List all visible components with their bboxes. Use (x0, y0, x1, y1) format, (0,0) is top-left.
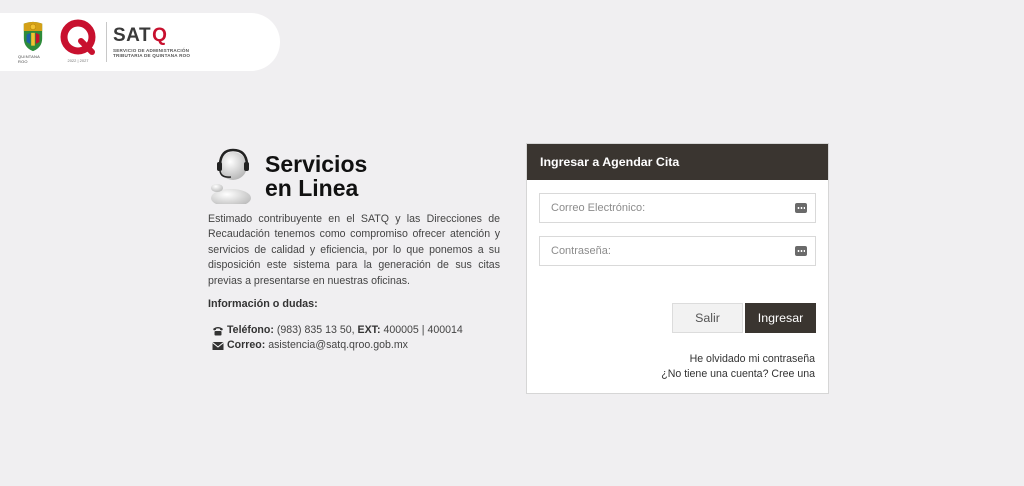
account-links: He olvidado mi contraseña ¿No tiene una … (661, 352, 815, 381)
login-button[interactable]: Ingresar (745, 303, 816, 333)
logo-divider (106, 22, 107, 62)
state-shield-icon (23, 21, 43, 52)
satq-wordmark: SAT Q (113, 24, 190, 46)
support-agent-icon (211, 148, 251, 204)
login-panel: Ingresar a Agendar Cita Salir Ingresar H… (526, 143, 829, 394)
phone-label: Teléfono: (227, 324, 274, 337)
service-description: Estimado contribuyente en el SATQ y las … (208, 213, 500, 287)
info-header: Servicios en Linea (205, 146, 500, 204)
phone-line: Teléfono: (983) 835 13 50, EXT: 400005 |… (212, 323, 500, 338)
password-input[interactable] (540, 237, 795, 265)
forgot-password-link[interactable]: He olvidado mi contraseña (661, 352, 815, 367)
register-link[interactable]: ¿No tiene una cuenta? Cree una (661, 367, 815, 382)
q-logo: 2022 | 2027 (58, 19, 98, 65)
q-brand-icon (60, 19, 96, 55)
satq-q-letter: Q (152, 24, 168, 46)
email-address[interactable]: asistencia@satq.qroo.gob.mx (268, 338, 408, 353)
phone-icon (213, 326, 223, 336)
satq-brand: SAT Q SERVICIO DE ADMINISTRACIÓN TRIBUTA… (113, 24, 191, 59)
title-line-2: en Linea (265, 175, 359, 201)
password-field[interactable] (539, 236, 816, 266)
header-logo-bar: QUINTANA ROO 2022 | 2027 SAT Q SERVICIO … (0, 13, 280, 71)
email-line: Correo: asistencia@satq.qroo.gob.mx (212, 338, 500, 353)
ext-label: EXT: (357, 324, 381, 337)
envelope-icon (212, 341, 224, 350)
quintana-roo-emblem: QUINTANA ROO (18, 20, 48, 64)
phone-number: (983) 835 13 50, (276, 324, 355, 337)
contact-info: Teléfono: (983) 835 13 50, EXT: 400005 |… (205, 323, 500, 353)
login-panel-header: Ingresar a Agendar Cita (527, 144, 828, 180)
ext-value: 400005 | 400014 (383, 324, 463, 337)
page-title: Servicios en Linea (265, 152, 367, 200)
exit-button[interactable]: Salir (672, 303, 743, 333)
satq-subtitle-2: TRIBUTARIA DE QUINTANA ROO (113, 53, 191, 58)
email-input[interactable] (540, 194, 795, 222)
info-subheading: Información o dudas: (208, 298, 318, 311)
email-label: Correo: (227, 339, 266, 352)
satq-name: SAT (113, 24, 152, 46)
keyboard-icon[interactable] (795, 246, 807, 256)
info-section: Servicios en Linea Estimado contribuyent… (205, 146, 500, 353)
email-field[interactable] (539, 193, 816, 223)
state-tag: QUINTANA ROO (18, 54, 40, 64)
keyboard-icon[interactable] (795, 203, 807, 213)
title-line-1: Servicios (265, 151, 368, 177)
administration-years: 2022 | 2027 (67, 58, 89, 63)
